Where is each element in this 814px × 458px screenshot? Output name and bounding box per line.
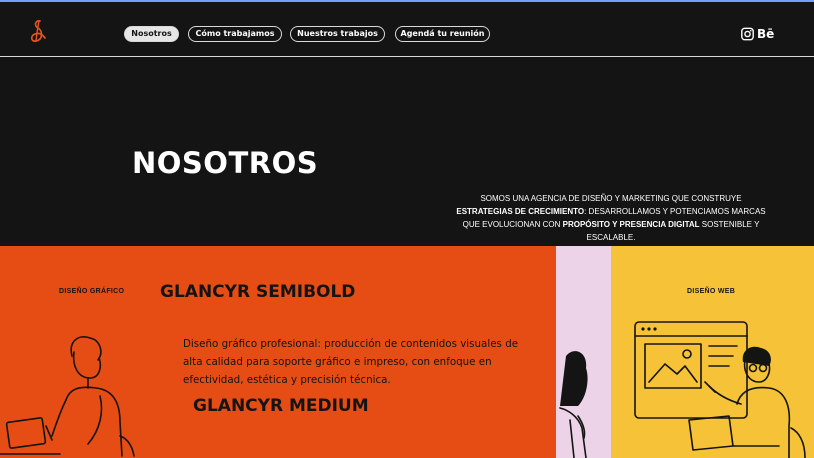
brand-logo-icon[interactable] bbox=[26, 18, 50, 44]
graphic-design-description: Diseño gráfico profesional: producción d… bbox=[183, 338, 519, 386]
navbar: Nosotros Cómo trabajamos Nuestros trabaj… bbox=[0, 2, 814, 57]
web-design-label: Diseño web bbox=[687, 288, 736, 295]
pink-divider-panel bbox=[556, 246, 611, 458]
nav-como-trabajamos[interactable]: Cómo trabajamos bbox=[188, 26, 282, 42]
hero-description: Somos una agencia de diseño y marketing … bbox=[456, 194, 766, 242]
graphic-design-heading: GLANCYR SEMIBOLD bbox=[160, 282, 356, 302]
web-designer-illustration bbox=[634, 321, 806, 458]
nav-agenda-reunion[interactable]: Agendá tu reunión bbox=[395, 26, 490, 42]
designer-illustration bbox=[0, 336, 135, 457]
nav-nuestros-trabajos[interactable]: Nuestros trabajos bbox=[290, 26, 385, 42]
instagram-icon[interactable] bbox=[741, 26, 754, 42]
web-design-panel: Diseño web bbox=[611, 246, 814, 458]
graphic-design-subheading: GLANCYR MEDIUM bbox=[193, 396, 369, 416]
graphic-design-label: Diseño gráfico bbox=[59, 288, 125, 295]
page-title: NOSOTROS bbox=[132, 146, 319, 180]
behance-icon[interactable]: Bē bbox=[757, 26, 774, 42]
nav-nosotros[interactable]: Nosotros bbox=[124, 26, 179, 42]
hero-section: NOSOTROS Somos una agencia de diseño y m… bbox=[0, 58, 814, 246]
graphic-design-panel: Diseño gráfico GLANCYR SEMIBOLD Diseño g… bbox=[0, 246, 556, 458]
person-illustration bbox=[559, 351, 588, 458]
